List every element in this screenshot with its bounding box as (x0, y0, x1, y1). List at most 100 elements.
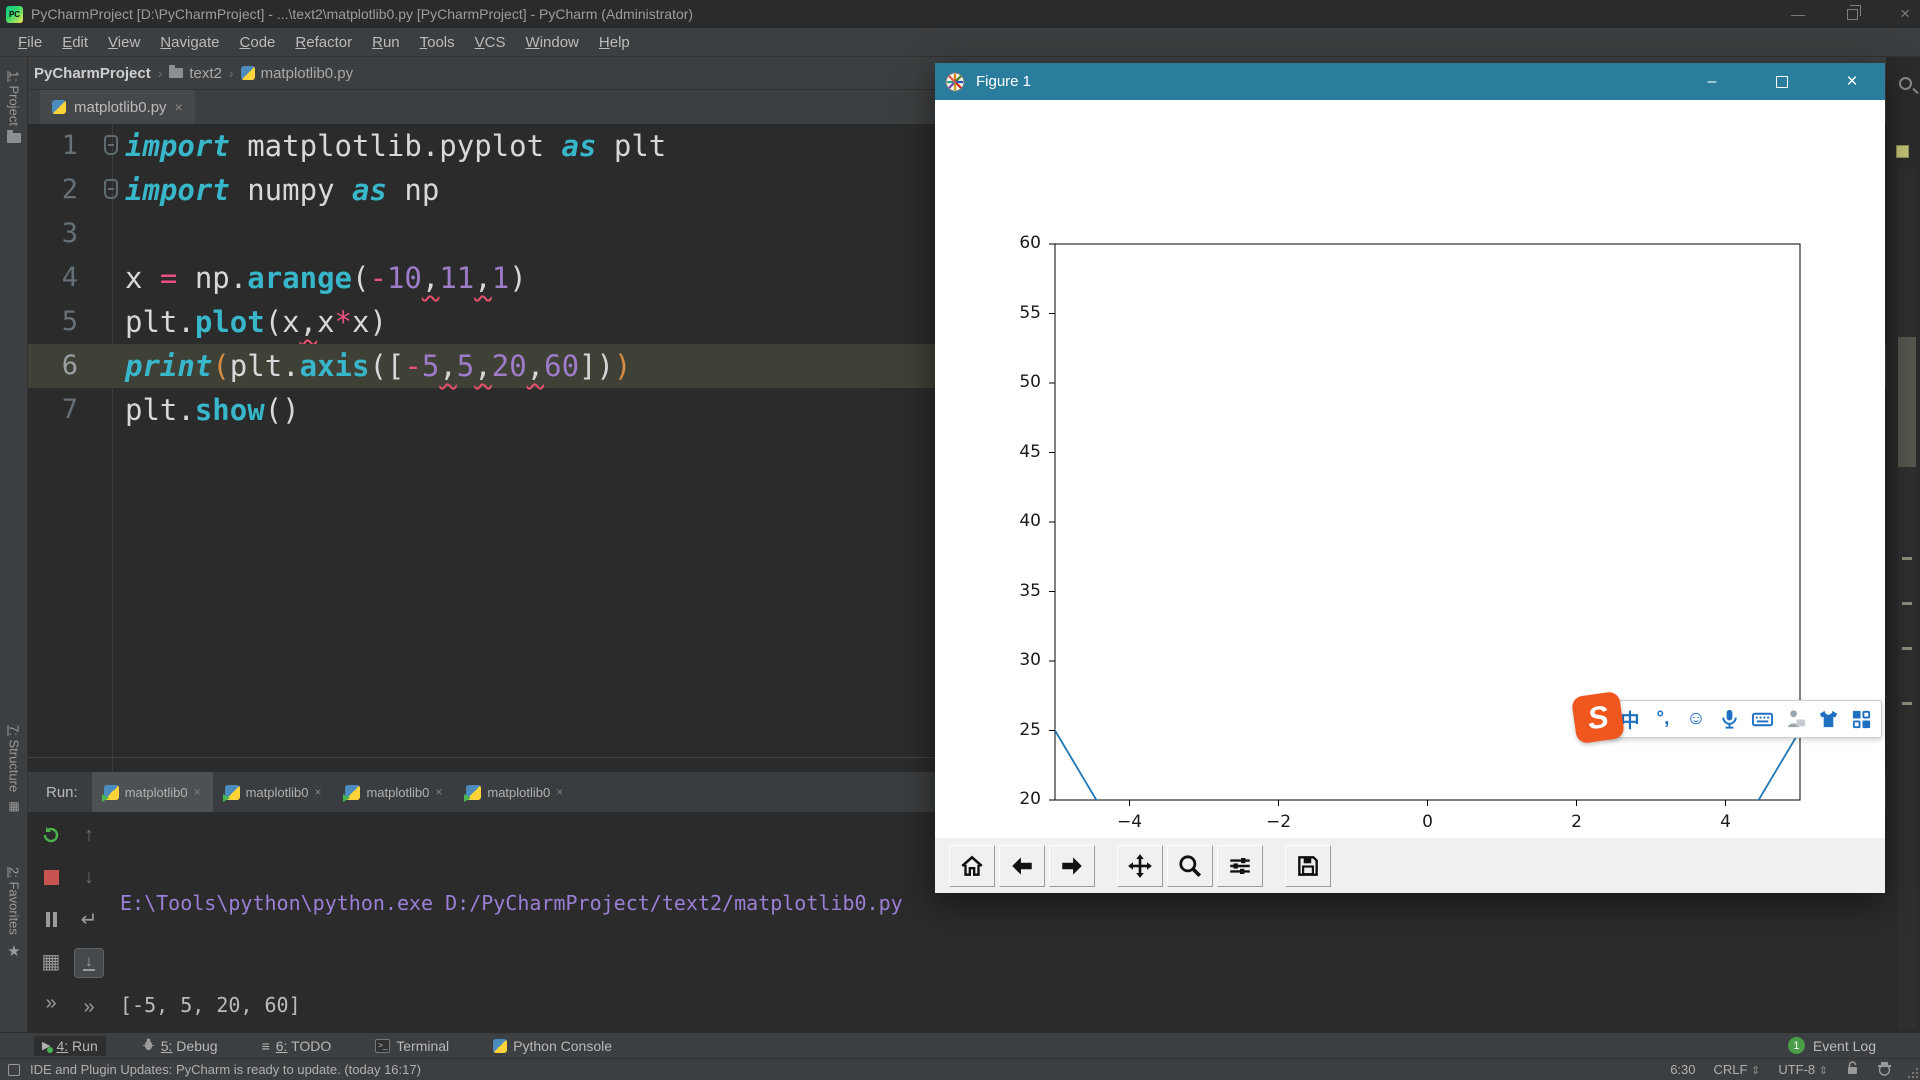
emoji-icon[interactable]: ☺ (1684, 706, 1708, 732)
debug-icon (142, 1037, 155, 1054)
project-stripe-label: 1: Project (6, 71, 22, 126)
pycharm-logo-icon: PC (6, 5, 23, 23)
event-log-area[interactable]: 1 Event Log (1787, 1037, 1876, 1054)
menu-item-run[interactable]: Run (362, 30, 410, 55)
y-tick-25: 25 (1019, 719, 1041, 740)
run-tab-close-icon[interactable]: × (435, 785, 442, 799)
tab-close-icon[interactable]: × (175, 99, 183, 115)
line-ending-selector[interactable]: CRLF ⇕ (1714, 1062, 1761, 1077)
tool-window-button-6-todo[interactable]: ≡ 6: TODO (254, 1036, 340, 1056)
step-up-icon[interactable]: ↑ (76, 822, 102, 848)
breadcrumb-item-matplotlib0.py[interactable]: matplotlib0.py (240, 65, 353, 82)
more-icon[interactable]: » (38, 990, 64, 1016)
zoom-button[interactable] (1167, 844, 1213, 887)
menu-item-code[interactable]: Code (230, 30, 286, 55)
y-tick-30: 30 (1019, 650, 1041, 670)
sogou-logo-icon[interactable]: S (1570, 690, 1626, 745)
menu-item-tools[interactable]: Tools (410, 30, 465, 55)
menu-item-help[interactable]: Help (589, 30, 640, 55)
keyboard-icon[interactable] (1750, 706, 1774, 732)
more-icon[interactable]: » (76, 994, 102, 1020)
run-tab-2[interactable]: matplotlib0 × (213, 772, 334, 812)
tool-window-button-python-console[interactable]: Python Console (485, 1036, 620, 1056)
inspection-status-square[interactable] (1896, 145, 1909, 158)
encoding-selector[interactable]: UTF-8 ⇕ (1778, 1062, 1828, 1077)
resize-grip[interactable] (1916, 1076, 1918, 1078)
breadcrumb-separator: › (157, 65, 163, 81)
soft-wrap-icon[interactable]: ↵ (76, 906, 102, 932)
pause-icon[interactable] (38, 906, 64, 932)
tool-window-switcher-icon[interactable] (8, 1063, 20, 1076)
code-text: plt.plot(x,x*x) (125, 300, 387, 344)
menu-item-vcs[interactable]: VCS (465, 30, 516, 55)
run-tab-close-icon[interactable]: × (194, 785, 201, 799)
save-button[interactable] (1285, 844, 1331, 887)
breadcrumb-item-pycharmproject[interactable]: PyCharmProject (14, 65, 151, 82)
y-tick-60: 60 (1019, 233, 1041, 253)
handwriting-icon[interactable] (1783, 706, 1807, 732)
figure-close-icon[interactable]: × (1829, 63, 1875, 100)
line-number: 3 (61, 218, 78, 249)
step-down-icon[interactable]: ↓ (76, 864, 102, 890)
status-message[interactable]: IDE and Plugin Updates: PyCharm is ready… (30, 1062, 421, 1077)
menu-item-window[interactable]: Window (516, 30, 589, 55)
restore-layout-icon[interactable]: ▦ (38, 948, 64, 974)
punctuation-icon[interactable]: °, (1651, 706, 1675, 732)
search-everywhere-icon[interactable] (1899, 77, 1912, 90)
forward-button[interactable] (1049, 844, 1095, 887)
skin-icon[interactable] (1816, 706, 1840, 732)
home-button[interactable] (949, 844, 995, 887)
mic-icon[interactable] (1717, 706, 1741, 732)
token: - (404, 349, 422, 383)
minimize-icon[interactable]: — (1791, 6, 1805, 22)
configure-subplots-button[interactable] (1217, 844, 1263, 887)
tool-window-button-terminal[interactable]: >_ Terminal (367, 1036, 457, 1056)
pan-button[interactable] (1117, 844, 1163, 887)
run-tab-4[interactable]: matplotlib0 × (454, 772, 575, 812)
sogou-ime-toolbar[interactable]: 中 °, ☺ (1606, 700, 1882, 738)
figure-minimize-icon[interactable]: – (1689, 63, 1735, 100)
folder-icon (169, 65, 184, 78)
editor-scrollbar[interactable] (1898, 169, 1916, 1029)
token: numpy (229, 173, 352, 207)
back-button[interactable] (999, 844, 1045, 887)
token: matplotlib.pyplot (229, 129, 562, 163)
favorites-stripe-label: 2: Favorites (6, 867, 22, 935)
inspections-hector-icon[interactable] (1877, 1061, 1892, 1079)
run-tab-3[interactable]: matplotlib0 × (333, 772, 454, 812)
toolbox-icon[interactable] (1849, 706, 1873, 732)
star-icon: ★ (7, 942, 21, 960)
caret-position[interactable]: 6:30 (1670, 1062, 1695, 1077)
fold-region-icon[interactable] (104, 179, 118, 199)
figure-window[interactable]: Figure 1 – × 20 25 30 35 40 45 50 55 60 −4 −2 0 2 4 (935, 63, 1885, 893)
menu-item-view[interactable]: View (98, 30, 150, 55)
tool-window-label: 6: TODO (275, 1037, 332, 1054)
sidebar-item-structure[interactable]: 7: Structure ▦ (0, 725, 28, 813)
breadcrumb-item-text2[interactable]: text2 (169, 65, 222, 82)
scroll-to-end-icon[interactable]: ↓ (74, 948, 104, 978)
figure-title-bar[interactable]: Figure 1 – × (935, 63, 1885, 100)
menu-item-refactor[interactable]: Refactor (285, 30, 362, 55)
fold-region-icon[interactable] (104, 135, 118, 155)
sidebar-item-project[interactable]: 1: Project (0, 71, 28, 143)
token: plt. (125, 305, 195, 339)
scrollbar-thumb[interactable] (1898, 337, 1916, 467)
sidebar-item-favorites[interactable]: 2: Favorites ★ (0, 867, 28, 960)
rerun-icon[interactable] (38, 822, 64, 848)
run-tab-close-icon[interactable]: × (556, 785, 563, 799)
token: plt. (125, 393, 195, 427)
figure-maximize-icon[interactable] (1759, 63, 1805, 100)
run-tab-1[interactable]: matplotlib0 × (91, 772, 213, 812)
menu-item-edit[interactable]: Edit (52, 30, 98, 55)
lock-icon[interactable] (1846, 1060, 1859, 1079)
menu-item-navigate[interactable]: Navigate (150, 30, 229, 55)
restore-icon[interactable] (1847, 4, 1862, 20)
run-tab-close-icon[interactable]: × (314, 785, 321, 799)
tab-matplotlib0[interactable]: matplotlib0.py × (40, 90, 195, 124)
menu-item-file[interactable]: File (8, 30, 52, 55)
tool-window-button-4-run[interactable]: ▶ 4: Run (34, 1035, 106, 1056)
stop-icon[interactable] (38, 864, 64, 890)
window-controls: — × (1791, 0, 1910, 28)
close-icon[interactable]: × (1900, 4, 1910, 24)
tool-window-button-5-debug[interactable]: 5: Debug (134, 1036, 226, 1056)
